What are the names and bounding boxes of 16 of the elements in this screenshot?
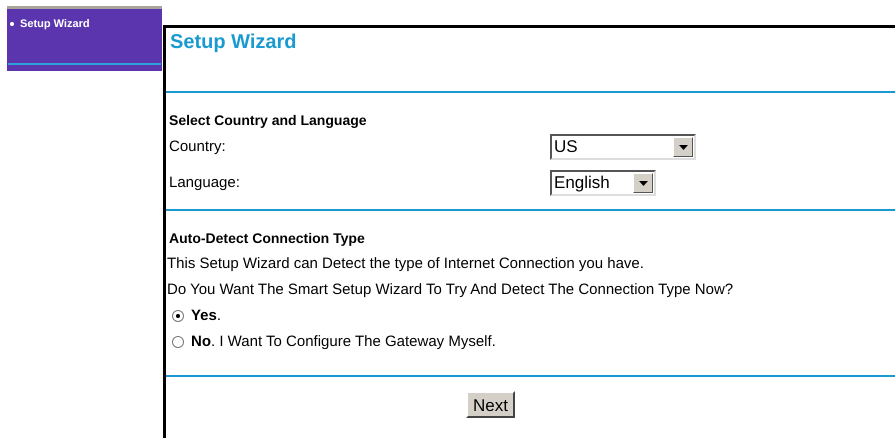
sidebar-link[interactable]: Setup Wizard	[20, 16, 90, 32]
radio-button[interactable]	[172, 310, 184, 322]
description-text: This Setup Wizard can Detect the type of Internet Connection you have.	[166, 255, 644, 273]
bullet-icon	[10, 22, 14, 26]
radio-button[interactable]	[172, 336, 184, 348]
next-button[interactable]: Next	[466, 391, 515, 418]
option-label: No. I Want To Configure The Gateway Myself.	[191, 333, 496, 351]
option-label: Yes.	[191, 307, 222, 325]
dropdown[interactable]: English	[550, 170, 656, 196]
dropdown[interactable]: US	[550, 134, 696, 160]
field-label: Country:	[168, 136, 227, 157]
description-text: Do You Want The Smart Setup Wizard To Try And Detect The Connection Type Now?	[166, 281, 734, 299]
section-heading: Auto-Detect Connection Type	[168, 229, 365, 247]
section-heading: Select Country and Language	[168, 111, 367, 129]
page-title: Setup Wizard	[169, 30, 296, 54]
field-label: Language:	[168, 172, 241, 193]
